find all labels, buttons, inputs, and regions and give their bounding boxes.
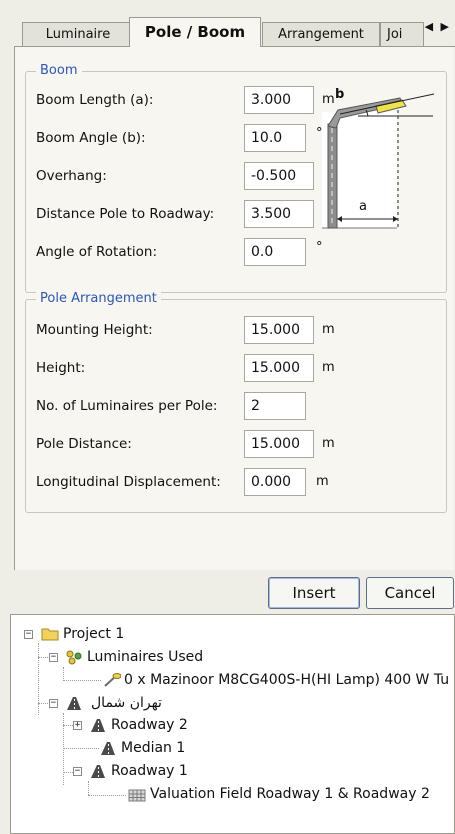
- cancel-button[interactable]: Cancel: [366, 577, 454, 609]
- tree-item-luminaires-used[interactable]: Luminaires Used: [87, 646, 203, 668]
- tree-item-luminaire[interactable]: 0 x Mazinoor M8CG400S-H(HI Lamp) 400 W T…: [124, 669, 449, 691]
- median-icon: [101, 742, 115, 755]
- roadway-icon: [91, 765, 105, 778]
- tree-item-valuation-field[interactable]: Valuation Field Roadway 1 & Roadway 2: [150, 783, 430, 805]
- roadway1-expander[interactable]: −: [73, 767, 82, 776]
- longitudinal-displacement-input[interactable]: 0.000: [244, 468, 306, 496]
- roadway2-expander[interactable]: +: [73, 721, 82, 730]
- boom-length-input[interactable]: 3.000: [244, 86, 314, 114]
- tab-arrangement[interactable]: Arrangement: [262, 22, 380, 47]
- tab-bar: Luminaire Pole / Boom Arrangement Joi ◀ …: [0, 0, 455, 47]
- tree-item-roadway-1[interactable]: Roadway 1: [111, 760, 188, 782]
- boom-diagram-icon: [322, 93, 435, 229]
- tab-joints[interactable]: Joi: [380, 22, 424, 47]
- folder-icon: [41, 628, 59, 641]
- tab-luminaire[interactable]: Luminaire: [22, 22, 134, 47]
- luminaires-group-icon: [66, 650, 82, 665]
- mounting-height-input[interactable]: 15.000: [244, 316, 314, 344]
- street-expander[interactable]: −: [49, 699, 58, 708]
- luminaires-per-pole-label: No. of Luminaires per Pole:: [36, 398, 218, 414]
- pole-arrangement-group: Pole Arrangement Mounting Height: 15.000…: [25, 291, 447, 513]
- luminaires-per-pole-input[interactable]: 2: [244, 392, 306, 420]
- tab-scroll-arrows-icon[interactable]: ◀ ▶: [425, 20, 451, 33]
- distance-pole-roadway-input[interactable]: 3.500: [244, 200, 314, 228]
- boom-angle-input[interactable]: 10.0: [244, 124, 306, 152]
- tree-item-street[interactable]: تهران شمال: [91, 692, 162, 714]
- height-input[interactable]: 15.000: [244, 354, 314, 382]
- longitudinal-displacement-unit: m: [316, 474, 329, 489]
- mounting-height-label: Mounting Height:: [36, 322, 153, 338]
- diagram-label-b: b: [335, 87, 345, 102]
- pole-distance-label: Pole Distance:: [36, 436, 132, 452]
- height-label: Height:: [36, 360, 86, 376]
- tree-item-roadway-2[interactable]: Roadway 2: [111, 714, 188, 736]
- diagram-label-a: a: [359, 199, 367, 214]
- project-expander[interactable]: −: [24, 630, 33, 639]
- angle-rotation-input[interactable]: 0.0: [244, 238, 306, 266]
- valuation-grid-icon: [128, 789, 146, 802]
- luminaire-icon: [104, 673, 121, 687]
- roadway-icon: [91, 719, 105, 732]
- distance-pole-roadway-label: Distance Pole to Roadway:: [36, 206, 215, 222]
- luminaires-used-expander[interactable]: −: [49, 653, 58, 662]
- tab-pole-boom[interactable]: Pole / Boom: [129, 17, 261, 47]
- angle-rotation-unit: °: [316, 240, 323, 255]
- pole-arrangement-title: Pole Arrangement: [36, 291, 161, 307]
- boom-group-title: Boom: [36, 63, 82, 79]
- height-unit: m: [322, 360, 335, 375]
- boom-length-label: Boom Length (a):: [36, 92, 154, 108]
- tree-item-project[interactable]: Project 1: [63, 623, 124, 645]
- tree-item-median-1[interactable]: Median 1: [121, 737, 185, 759]
- pole-distance-unit: m: [322, 436, 335, 451]
- overhang-label: Overhang:: [36, 168, 107, 184]
- project-tree: − Project 1 − Luminaires Used 0 x Mazino…: [10, 614, 455, 834]
- insert-button[interactable]: Insert: [268, 577, 360, 609]
- overhang-input[interactable]: -0.500: [244, 162, 314, 190]
- boom-angle-label: Boom Angle (b):: [36, 130, 146, 146]
- mounting-height-unit: m: [322, 322, 335, 337]
- street-icon: [67, 697, 81, 710]
- longitudinal-displacement-label: Longitudinal Displacement:: [36, 474, 221, 490]
- angle-rotation-label: Angle of Rotation:: [36, 244, 158, 260]
- pole-distance-input[interactable]: 15.000: [244, 430, 314, 458]
- pole-boom-panel: Boom Boom Length (a): 3.000 m Boom Angle…: [14, 47, 454, 570]
